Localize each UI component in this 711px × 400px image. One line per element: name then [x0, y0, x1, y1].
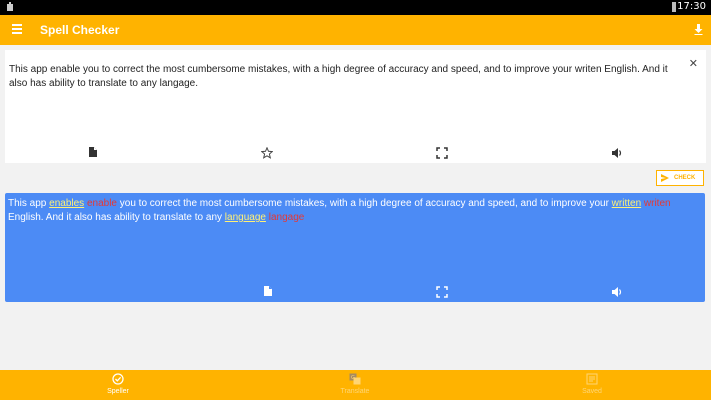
nav-item-translate[interactable]: G Translate — [315, 370, 395, 400]
original-word: langage — [265, 212, 305, 223]
result-text-segment: you to correct the most cumbersome mista… — [116, 198, 612, 209]
speaker-icon[interactable] — [611, 147, 623, 159]
corrected-word[interactable]: language — [225, 212, 266, 223]
close-icon[interactable]: ✕ — [689, 57, 698, 70]
copy-icon[interactable] — [87, 146, 99, 158]
result-text-segment: English. And it also has ability to tran… — [8, 212, 225, 223]
nav-label-translate: Translate — [340, 388, 370, 395]
nav-item-saved[interactable]: Saved — [552, 370, 632, 400]
corrected-word[interactable]: enables — [49, 198, 84, 209]
corrected-word[interactable]: written — [612, 198, 641, 209]
input-text[interactable]: This app enable you to correct the most … — [9, 63, 681, 91]
svg-text:G: G — [351, 375, 355, 381]
bottom-navigation: Speller G Translate Saved — [0, 370, 711, 400]
app-bar: Spell Checker — [0, 15, 711, 45]
result-text-segment: This app — [8, 198, 50, 209]
status-bar: 17:30 — [0, 0, 711, 15]
original-word: writen — [641, 198, 671, 209]
translate-icon: G — [349, 373, 361, 385]
nav-label-saved: Saved — [582, 388, 602, 395]
fullscreen-icon[interactable] — [436, 147, 448, 159]
signal-icon — [7, 2, 13, 11]
check-button-label: CHECK — [674, 175, 696, 181]
bookmark-list-icon — [586, 373, 598, 385]
send-icon — [661, 174, 669, 182]
original-word: enable — [84, 198, 117, 209]
result-text: This app enables enable you to correct t… — [8, 197, 694, 225]
result-text-card: This app enables enable you to correct t… — [5, 193, 705, 302]
app-title: Spell Checker — [40, 23, 120, 37]
star-icon[interactable] — [261, 147, 273, 159]
nav-item-speller[interactable]: Speller — [78, 370, 158, 400]
status-time: 17:30 — [677, 1, 706, 12]
download-icon[interactable] — [694, 24, 703, 35]
copy-icon[interactable] — [262, 285, 274, 297]
menu-icon[interactable] — [12, 24, 22, 35]
fullscreen-icon[interactable] — [436, 286, 448, 298]
check-circle-icon — [112, 373, 124, 385]
nav-label-speller: Speller — [107, 388, 129, 395]
input-text-card[interactable]: This app enable you to correct the most … — [5, 50, 706, 163]
battery-icon — [672, 2, 676, 12]
speaker-icon[interactable] — [611, 286, 623, 298]
check-button[interactable]: CHECK — [656, 170, 704, 186]
